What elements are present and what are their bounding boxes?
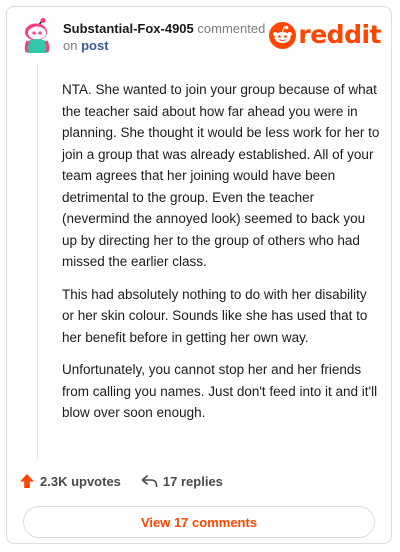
replies-button[interactable]: 17 replies [141, 473, 223, 489]
reddit-wordmark: reddit [298, 20, 381, 49]
comment-paragraph: NTA. She wanted to join your group becau… [62, 82, 380, 269]
comment-card: Substantial-Fox-4905 commented on post r… [6, 6, 392, 544]
upvote-count: 2.3K upvotes [40, 473, 121, 489]
view-comments-button[interactable]: View 17 comments [23, 506, 375, 538]
comment-body: NTA. She wanted to join your group becau… [62, 79, 382, 435]
comment-username[interactable]: Substantial-Fox-4905 [63, 21, 194, 36]
comment-header: Substantial-Fox-4905 commented on post [63, 20, 283, 54]
user-avatar[interactable] [19, 17, 57, 55]
comment-actions: 2.3K upvotes 17 replies [19, 473, 223, 489]
upvote-arrow-icon [20, 474, 34, 488]
upvote-button[interactable]: 2.3K upvotes [19, 473, 121, 489]
comment-paragraph: Unfortunately, you cannot stop her and h… [62, 362, 378, 420]
comment-paragraph: This had absolutely nothing to do with h… [62, 286, 368, 345]
post-link[interactable]: post [81, 38, 108, 53]
snoo-avatar-icon [24, 18, 50, 53]
on-label: on [63, 38, 78, 53]
replies-count: 17 replies [162, 473, 223, 489]
commented-label: commented [197, 21, 266, 36]
reddit-logo[interactable]: reddit [269, 21, 381, 49]
thread-line[interactable] [37, 63, 38, 459]
reply-arrow-icon [141, 474, 158, 487]
reddit-alien-icon [269, 21, 297, 49]
